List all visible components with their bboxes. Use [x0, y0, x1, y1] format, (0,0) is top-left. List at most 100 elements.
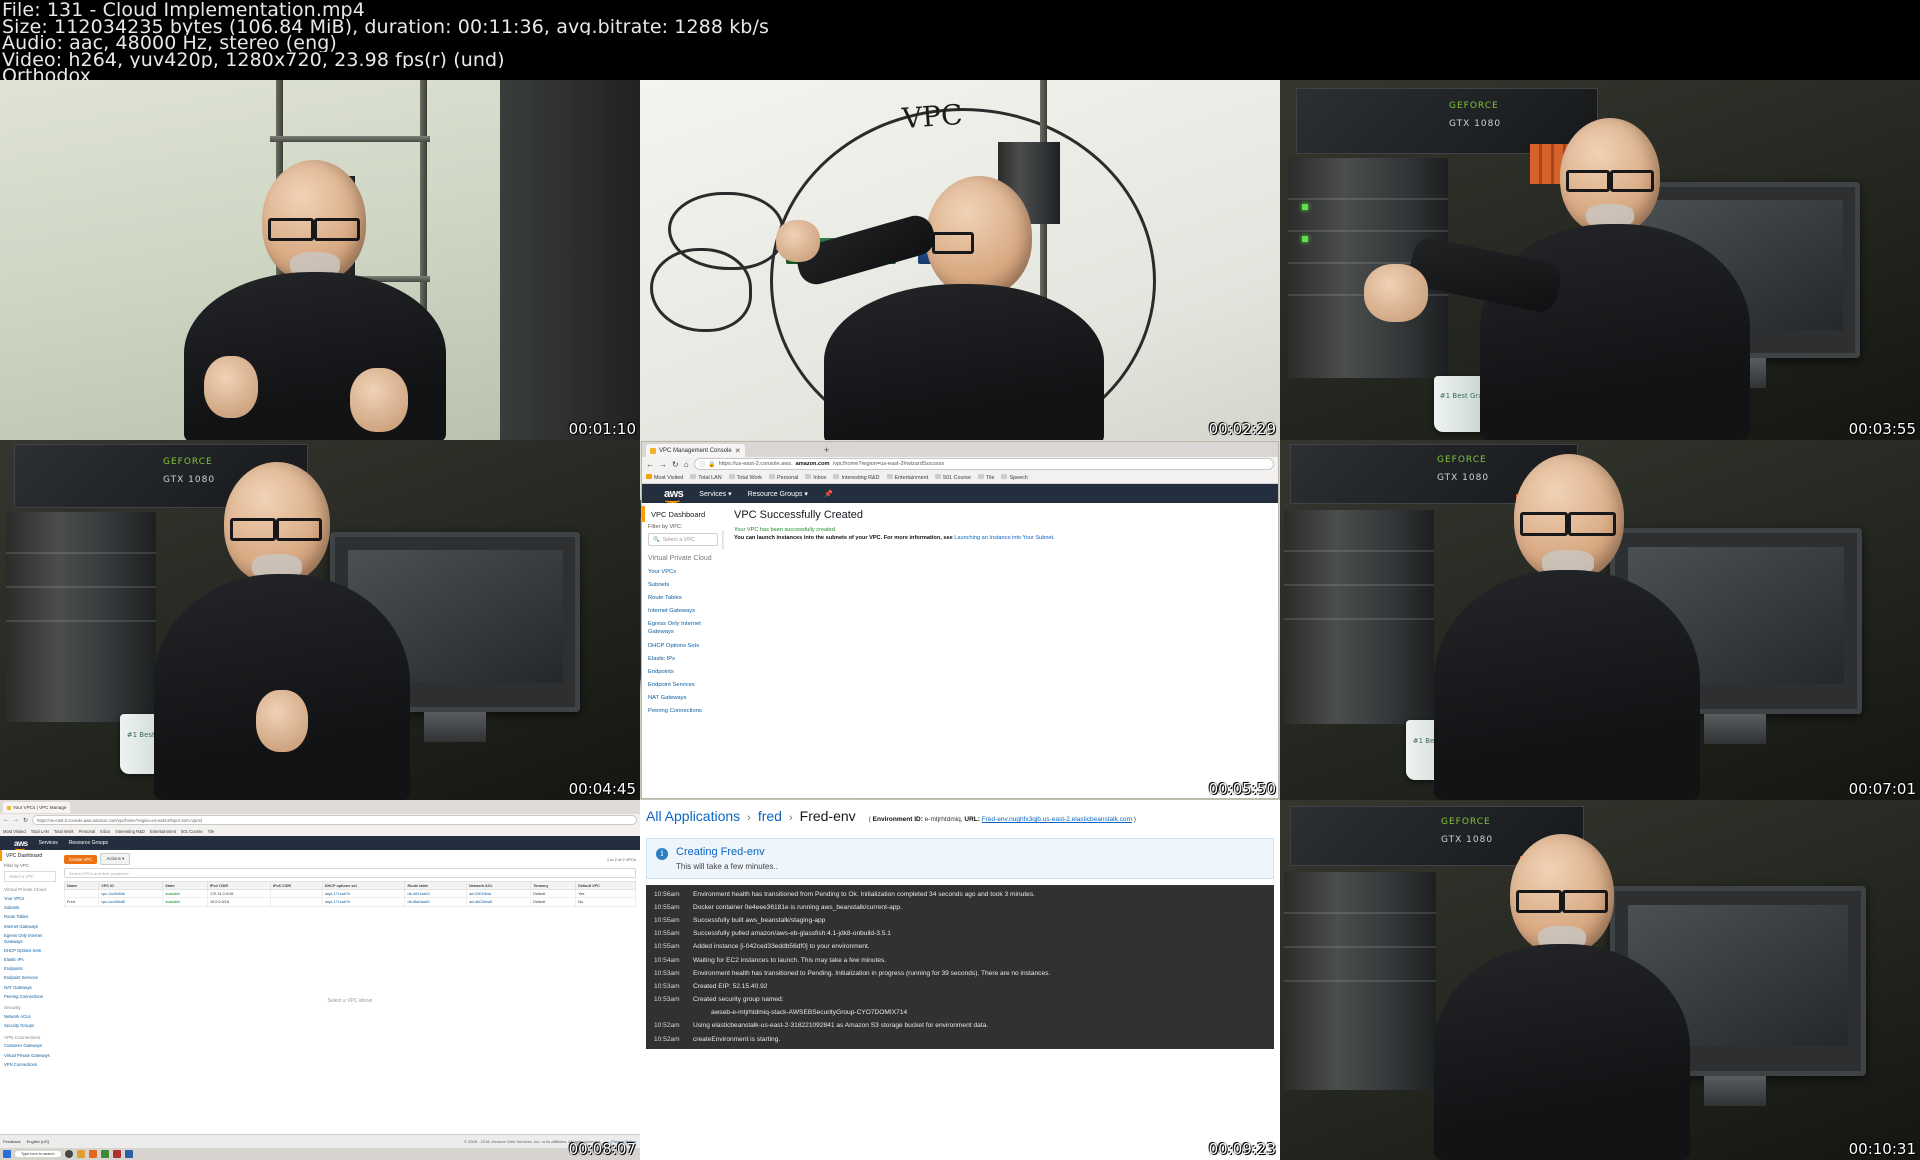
forward-icon[interactable]: → [13, 817, 19, 823]
col-tenancy[interactable]: Tenancy [530, 880, 577, 891]
vpc-dashboard-title[interactable]: VPC Dashboard [642, 506, 724, 522]
nav-services[interactable]: Services ▾ [699, 490, 731, 498]
sidebar-item-nat-gateways[interactable]: NAT Gateways [0, 983, 60, 992]
thumbnail-1[interactable]: 00:01:10 [0, 80, 640, 440]
sidebar-item-your-vpcs[interactable]: Your VPCs [642, 565, 724, 578]
sidebar-item-subnets[interactable]: Subnets [642, 578, 724, 591]
nav-services[interactable]: Services [39, 840, 58, 846]
sidebar-item-network-acls[interactable]: Network ACLs [0, 1012, 60, 1021]
vpc-select-input[interactable]: 🔍 Select a VPC [648, 533, 718, 546]
aws-logo[interactable]: aws [664, 488, 684, 503]
table-row[interactable]: vpc-2cc5b84b available 172.31.0.0/16 dop… [63, 889, 636, 899]
event-log[interactable]: 10:56am Environment health has transition… [646, 885, 1274, 1050]
taskbar-icon-explorer[interactable] [76, 1150, 85, 1158]
bookmark-item[interactable]: Most Visited [646, 473, 683, 481]
sidebar-item-internet-gateways[interactable]: Internet Gateways [642, 605, 724, 618]
thumbnail-8[interactable]: All Applications › fred › Fred-env ( Env… [640, 800, 1280, 1160]
launch-instance-link[interactable]: Launching an Instance into Your Subnet. [954, 535, 1054, 541]
sidebar-item-nat-gateways[interactable]: NAT Gateways [642, 692, 724, 705]
thumbnail-6[interactable]: GEFORCE GTX 1080 #1 Best Grandpa 00:07:0… [1280, 440, 1920, 800]
sidebar-item-dhcp-options[interactable]: DHCP Options Sets [0, 946, 60, 955]
bookmark-item[interactable]: Personal [769, 473, 798, 481]
breadcrumb-fred[interactable]: fred [758, 808, 782, 824]
col-state[interactable]: State [162, 880, 208, 891]
taskbar-icon-app5[interactable] [112, 1150, 121, 1158]
close-icon[interactable]: ✕ [735, 447, 741, 455]
col-default-vpc[interactable]: Default VPC [575, 880, 636, 891]
vpc-dashboard-title[interactable]: VPC Dashboard [0, 850, 60, 861]
sidebar-item-subnets[interactable]: Subnets [0, 904, 60, 913]
thumbnail-2[interactable]: VPC 00:02:29 [640, 80, 1280, 440]
sidebar-item-internet-gateways[interactable]: Internet Gateways [0, 922, 60, 931]
taskbar-icon-app4[interactable] [100, 1150, 109, 1158]
sidebar-item-endpoints[interactable]: Endpoints [642, 665, 724, 678]
col-ipv4-cidr[interactable]: IPv4 CIDR [206, 880, 272, 891]
col-vpc-id[interactable]: VPC ID [98, 880, 164, 891]
sidebar-item-dhcp-options[interactable]: DHCP Options Sets [642, 639, 724, 652]
col-network-acl[interactable]: Network ACL [466, 880, 532, 891]
browser-tab[interactable]: VPC Management Console ✕ [646, 444, 745, 457]
sidebar-item-elastic-ips[interactable]: Elastic IPs [642, 652, 724, 665]
sidebar-item-egress-only-gw[interactable]: Egress Only Internet Gateways [642, 618, 724, 639]
nav-resource-groups[interactable]: Resource Groups ▾ [748, 490, 808, 498]
language-selector[interactable]: English (US) [27, 1139, 49, 1144]
reload-icon[interactable]: ↻ [23, 817, 28, 824]
taskbar-search-input[interactable]: Type here to search [15, 1151, 61, 1157]
sidebar-item-customer-gateways[interactable]: Customer Gateways [0, 1042, 60, 1051]
bookmark-item[interactable]: Personal [79, 829, 96, 834]
bookmark-item[interactable]: Interesting R&D [115, 829, 145, 834]
bookmark-item[interactable]: Inbox [100, 829, 110, 834]
thumbnail-9[interactable]: GEFORCE GTX 1080 00:10:31 [1280, 800, 1920, 1160]
breadcrumb-all-applications[interactable]: All Applications [646, 808, 740, 824]
thumbnail-4[interactable]: GEFORCE GTX 1080 #1 Best Grandpa 00:0 [0, 440, 640, 800]
back-icon[interactable]: ← [3, 817, 9, 823]
address-bar[interactable]: https://us-east-2.console.aws.amazon.com… [32, 815, 637, 825]
address-bar[interactable]: ⓘ 🔒 https://us-east-2.console.aws. amazon… [693, 458, 1274, 470]
env-url-link[interactable]: Fred-env.nughfx3qjb.us-east-2.elasticbea… [982, 816, 1132, 823]
bookmark-item[interactable]: 501 Course [935, 473, 971, 481]
col-dhcp[interactable]: DHCP options set [321, 880, 406, 891]
bookmark-item[interactable]: Total Work [728, 473, 762, 481]
aws-logo[interactable]: aws [14, 839, 28, 851]
nav-resource-groups[interactable]: Resource Groups [69, 840, 108, 846]
bookmark-item[interactable]: Most Visited [3, 829, 26, 834]
feedback-link[interactable]: Feedback [3, 1139, 21, 1144]
actions-button[interactable]: Actions ▾ [100, 853, 131, 865]
thumbnail-5[interactable]: VPC Management Console ✕ + ← → ↻ ⌂ ⓘ 🔒 h… [640, 440, 1280, 800]
sidebar-item-peering-connections[interactable]: Peering Connections [642, 705, 724, 718]
cell-network-acl[interactable]: acl-db03bea5 [466, 897, 532, 907]
col-name[interactable]: Name [63, 880, 100, 891]
thumbnail-3[interactable]: GEFORCE GTX 1080 #1 Best Grandpa 00:03:5… [1280, 80, 1920, 440]
taskbar-icon-cortana[interactable] [64, 1150, 73, 1158]
bookmark-item[interactable]: Tile [977, 473, 994, 481]
back-icon[interactable]: ← [646, 460, 654, 469]
sidebar-item-elastic-ips[interactable]: Elastic IPs [0, 956, 60, 965]
bookmark-item[interactable]: Tile [208, 829, 215, 834]
vpc-select-input[interactable]: Select a VPC [4, 871, 56, 883]
bookmark-item[interactable]: Interesting R&D [833, 473, 880, 481]
sidebar-item-your-vpcs[interactable]: Your VPCs [0, 894, 60, 903]
table-row[interactable]: Fred vpc-bcc36bd5 available 10.0.0.0/16 … [63, 897, 636, 907]
search-input[interactable]: Search VPCs and their properties [64, 868, 636, 878]
start-button-icon[interactable] [3, 1150, 11, 1158]
sidebar-item-endpoints[interactable]: Endpoints [0, 965, 60, 974]
reload-icon[interactable]: ↻ [672, 460, 679, 469]
sidebar-item-endpoint-services[interactable]: Endpoint Services [0, 974, 60, 983]
bookmark-item[interactable]: Entertainment [150, 829, 176, 834]
sidebar-item-egress-only-gw[interactable]: Egress Only Internet Gateways [0, 931, 60, 946]
taskbar-icon-firefox[interactable] [88, 1150, 97, 1158]
col-ipv6-cidr[interactable]: IPv6 CIDR [270, 880, 323, 891]
bookmark-item[interactable]: Speech [1001, 473, 1028, 481]
new-tab-button[interactable]: + [824, 445, 829, 455]
bookmark-item[interactable]: Total LAN [690, 473, 722, 481]
bookmark-item[interactable]: Entertainment [886, 473, 928, 481]
sidebar-item-route-tables[interactable]: Route Tables [642, 591, 724, 604]
bookmark-item[interactable]: Total Work [54, 829, 74, 834]
cell-vpc-id[interactable]: vpc-bcc36bd5 [98, 897, 164, 907]
bookmark-item[interactable]: 501 Course [181, 829, 203, 834]
cell-network-acl[interactable]: acl-0001fb4a [466, 889, 532, 899]
cell-route-table[interactable]: rtb-4814ab21 [404, 889, 468, 899]
create-vpc-button[interactable]: Create VPC [64, 854, 98, 864]
col-route-table[interactable]: Route table [404, 880, 468, 891]
cell-vpc-id[interactable]: vpc-2cc5b84b [98, 889, 164, 899]
